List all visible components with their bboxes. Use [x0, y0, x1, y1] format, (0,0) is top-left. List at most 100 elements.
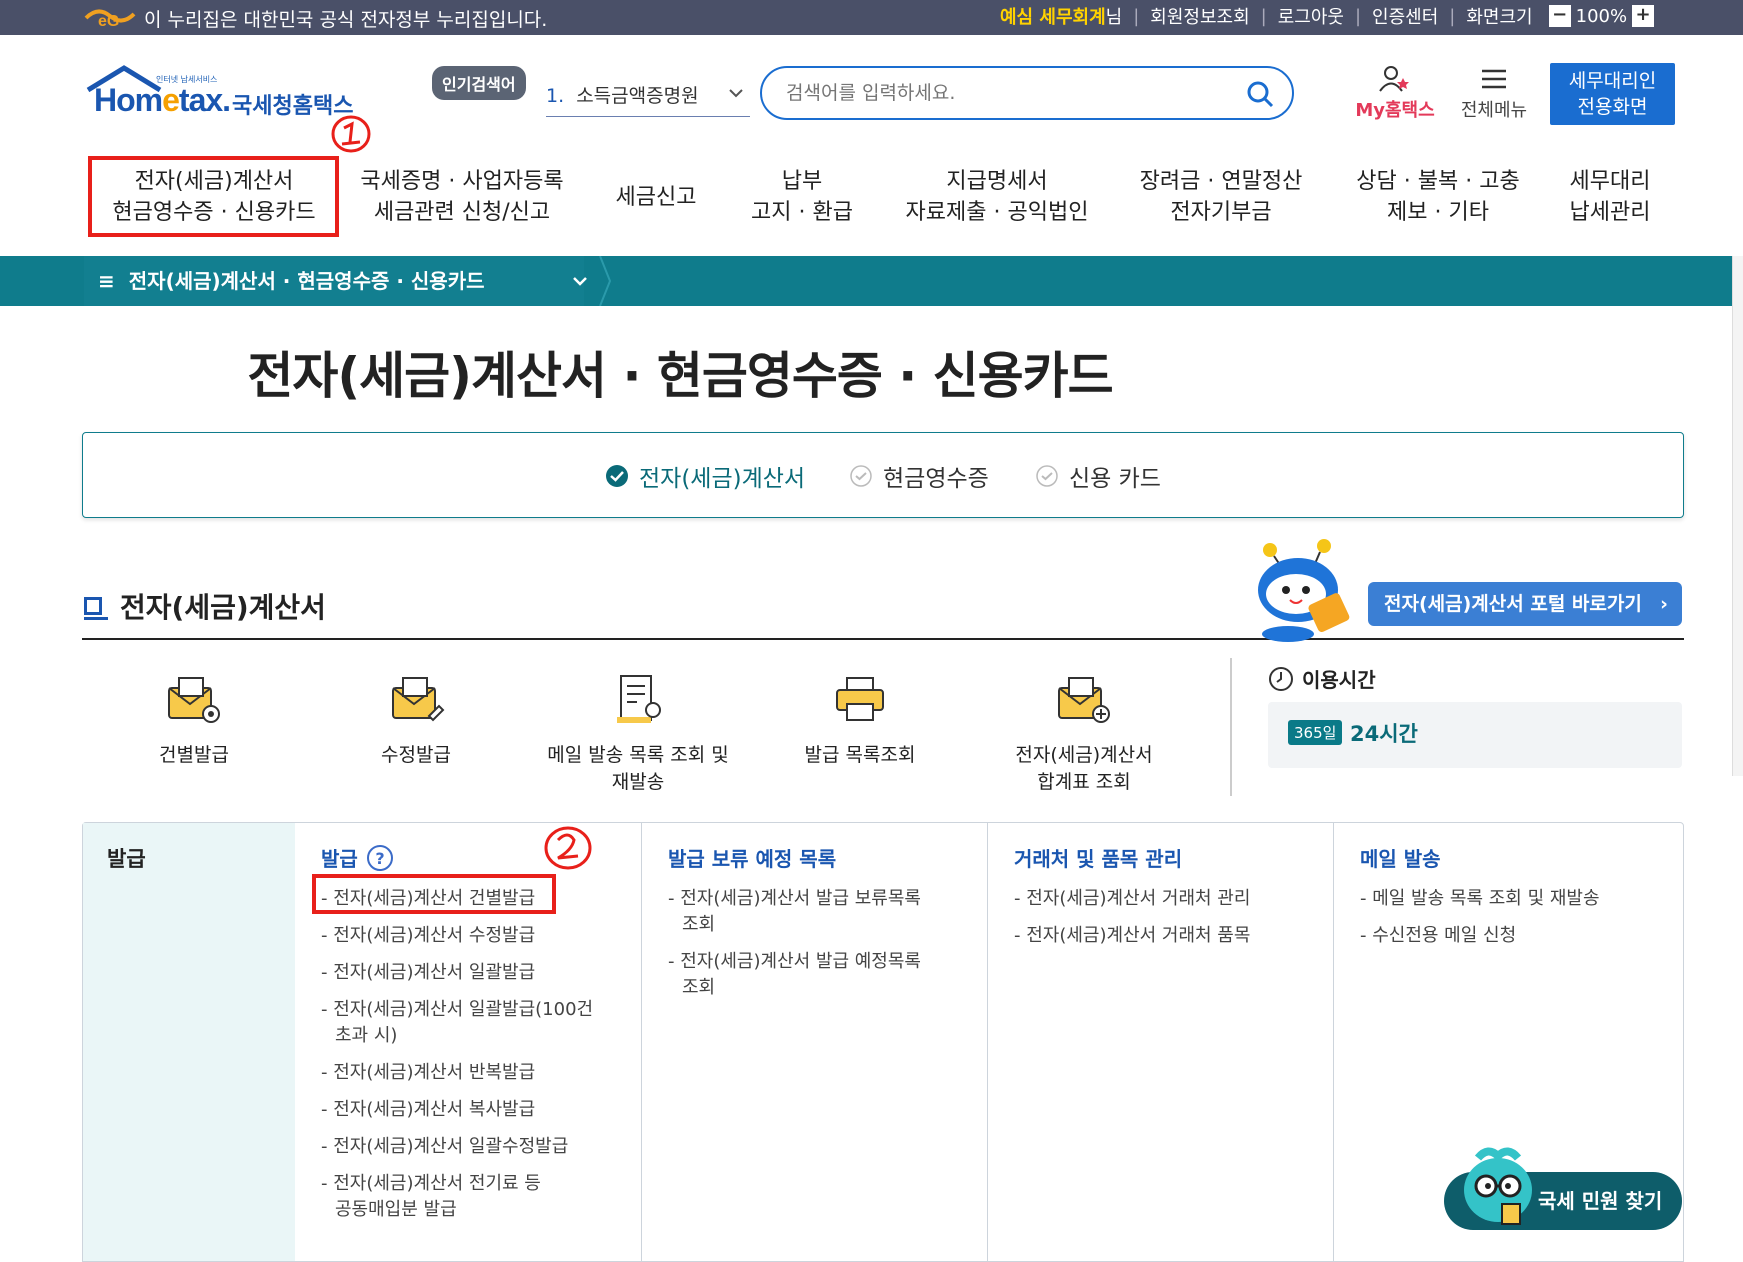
check-circle-outline-icon	[1036, 465, 1058, 487]
gnb-line1: 장려금 · 연말정산	[1139, 169, 1303, 194]
section-title: 전자(세금)계산서	[84, 586, 326, 626]
zoom-in-button[interactable]: +	[1632, 5, 1655, 27]
usage-time-box: 365일 24시간	[1268, 702, 1682, 768]
user-name: 예심 세무회계	[1000, 7, 1106, 28]
logo-text: Hometax.	[94, 82, 231, 118]
annotation-highlight-box-2	[312, 874, 556, 914]
quick-menu-label: 전자(세금)계산서	[1015, 744, 1153, 766]
menu-column-hold-list: 발급 보류 예정 목록 전자(세금)계산서 발급 보류목록 조회 전자(세금)계…	[641, 823, 987, 1261]
quick-menu-label: 수정발급	[381, 744, 451, 766]
menu-link-scheduled-list[interactable]: 전자(세금)계산서 발급 예정목록 조회	[668, 949, 940, 1001]
envelope-edit-icon	[392, 677, 445, 722]
tab-label: 전자(세금)계산서	[639, 466, 806, 492]
gnb-line2: 전자기부금	[1170, 200, 1272, 225]
link-cert-center[interactable]: 인증센터	[1372, 3, 1438, 29]
gnb-item-incentive[interactable]: 장려금 · 연말정산전자기부금	[1130, 166, 1312, 228]
tab-credit-card[interactable]: 신용 카드	[1035, 459, 1161, 493]
gnb-line1: 국세증명 · 사업자등록	[360, 169, 564, 194]
menu-link-copy-issue[interactable]: 전자(세금)계산서 복사발급	[321, 1097, 641, 1123]
envelope-plus-icon	[1058, 677, 1110, 723]
quick-menu-mail-list[interactable]: 메일 발송 목록 조회 및 재발송	[538, 672, 738, 794]
gnb-line2: 세금관련 신청/신고	[373, 200, 551, 225]
hometax-logo[interactable]: 인터넷 납세서비스 Hometax. 국세청홈택스	[84, 64, 354, 128]
envelope-gear-icon	[168, 677, 220, 723]
usage-time-value: 24시간	[1350, 722, 1418, 746]
quick-menu-summary[interactable]: 전자(세금)계산서 합계표 조회	[984, 672, 1184, 794]
zoom-out-button[interactable]: −	[1548, 5, 1571, 27]
gnb-item-payment-statement[interactable]: 지급명세서 자료제출 · 공익법인	[900, 166, 1094, 228]
menu-link-partner-manage[interactable]: 전자(세금)계산서 거래처 관리	[1014, 886, 1333, 912]
search-box	[760, 66, 1294, 120]
my-hometax-link[interactable]: My홈택스	[1350, 64, 1440, 122]
scrollbar[interactable]	[1732, 256, 1743, 776]
gnb-line2: 납세관리	[1569, 200, 1651, 225]
my-hometax-label: My홈택스	[1355, 100, 1435, 121]
menu-link-modify-issue[interactable]: 전자(세금)계산서 수정발급	[321, 923, 641, 949]
gnb-item-tax-agent[interactable]: 세무대리 납세관리	[1560, 166, 1660, 228]
square-bullet-icon	[84, 597, 108, 620]
zoom-level: 100%	[1575, 5, 1628, 27]
menu-link-hold-list[interactable]: 전자(세금)계산서 발급 보류목록 조회	[668, 886, 940, 938]
quick-menu-single-issue[interactable]: 건별발급	[94, 672, 294, 767]
page-title: 전자(세금)계산서 · 현금영수증 · 신용카드	[247, 347, 1113, 405]
tax-agent-screen-button[interactable]: 세무대리인 전용화면	[1550, 63, 1675, 125]
menu-link-mail-resend[interactable]: 메일 발송 목록 조회 및 재발송	[1360, 886, 1683, 912]
check-circle-icon	[606, 465, 628, 487]
search-input[interactable]	[784, 81, 1224, 105]
gnb-item-payment[interactable]: 납부 고지 · 환급	[740, 166, 864, 228]
menu-link-bulk-issue-100[interactable]: 전자(세금)계산서 일괄발급(100건 초과 시)	[321, 997, 601, 1049]
gov-logo-icon: eG	[84, 9, 136, 30]
gnb-line1: 납부	[781, 169, 823, 194]
breadcrumb-bar: ≡ 전자(세금)계산서 · 현금영수증 · 신용카드	[0, 256, 1743, 306]
tab-label: 신용 카드	[1069, 466, 1161, 492]
portal-button-label: 전자(세금)계산서 포털 바로가기	[1384, 593, 1642, 615]
menu-link-receive-mail[interactable]: 수신전용 메일 신청	[1360, 923, 1683, 949]
svg-text:?: ?	[375, 849, 384, 868]
chevron-right-icon: ›	[1660, 593, 1668, 615]
menu-link-bulk-modify-issue[interactable]: 전자(세금)계산서 일괄수정발급	[321, 1134, 641, 1160]
all-menu-label: 전체메뉴	[1460, 100, 1528, 121]
tab-cash-receipt[interactable]: 현금영수증	[849, 459, 989, 493]
link-logout[interactable]: 로그아웃	[1278, 3, 1344, 29]
search-icon[interactable]	[1246, 80, 1274, 108]
menu-link-repeat-issue[interactable]: 전자(세금)계산서 반복발급	[321, 1060, 641, 1086]
popular-term: 소득금액증명원	[576, 85, 699, 107]
gnb-line1: 세금신고	[615, 185, 697, 210]
column-title[interactable]: 발급 보류 예정 목록	[668, 843, 987, 872]
gnb-item-tax-report[interactable]: 세금신고	[604, 182, 708, 213]
menu-link-partner-items[interactable]: 전자(세금)계산서 거래처 품목	[1014, 923, 1333, 949]
quick-menu-label-line2: 재발송	[611, 771, 665, 793]
column-title[interactable]: 거래처 및 품목 관리	[1014, 843, 1333, 872]
printer-icon	[836, 677, 884, 721]
column-title-link[interactable]: 발급	[321, 843, 358, 872]
menu-side-label: 발급	[107, 847, 146, 871]
gnb-line1: 상담 · 불복 · 고충	[1356, 169, 1520, 194]
all-menu-button[interactable]: 전체메뉴	[1454, 64, 1534, 122]
link-member-info[interactable]: 회원정보조회	[1150, 3, 1249, 29]
mascot-icon	[1258, 539, 1350, 642]
breadcrumb-dropdown[interactable]: ≡ 전자(세금)계산서 · 현금영수증 · 신용카드	[84, 256, 612, 306]
quick-menu-label: 건별발급	[159, 744, 229, 766]
popular-rank: 1.	[546, 85, 565, 107]
annotation-number-2	[544, 826, 592, 870]
gnb-item-consult[interactable]: 상담 · 불복 · 고충제보 · 기타	[1346, 166, 1530, 228]
quick-menu-label: 메일 발송 목록 조회 및	[547, 744, 729, 766]
breadcrumb-label: 전자(세금)계산서 · 현금영수증 · 신용카드	[128, 269, 485, 293]
etax-portal-button[interactable]: 전자(세금)계산서 포털 바로가기 ›	[1368, 582, 1682, 626]
column-title[interactable]: 메일 발송	[1360, 843, 1683, 872]
gnb-line1: 지급명세서	[946, 169, 1048, 194]
quick-menu-modify-issue[interactable]: 수정발급	[316, 672, 516, 767]
tab-etax[interactable]: 전자(세금)계산서	[605, 459, 805, 493]
help-icon[interactable]: ?	[366, 844, 394, 872]
hamburger-icon	[1482, 69, 1506, 89]
gnb-line2: 제보 · 기타	[1387, 200, 1489, 225]
user-icon	[1379, 66, 1409, 92]
divider	[1230, 658, 1232, 796]
gnb-item-certificate[interactable]: 국세증명 · 사업자등록세금관련 신청/신고	[356, 166, 568, 228]
fab-label: 국세 민원 찾기	[1538, 1189, 1663, 1213]
menu-link-joint-purchase-issue[interactable]: 전자(세금)계산서 전기료 등 공동매입분 발급	[321, 1171, 561, 1223]
popular-search-select[interactable]: 1. 소득금액증명원	[546, 73, 750, 117]
screen-size-label: 화면크기	[1466, 7, 1533, 28]
menu-link-bulk-issue[interactable]: 전자(세금)계산서 일괄발급	[321, 960, 641, 986]
quick-menu-issue-list[interactable]: 발급 목록조회	[760, 672, 960, 767]
